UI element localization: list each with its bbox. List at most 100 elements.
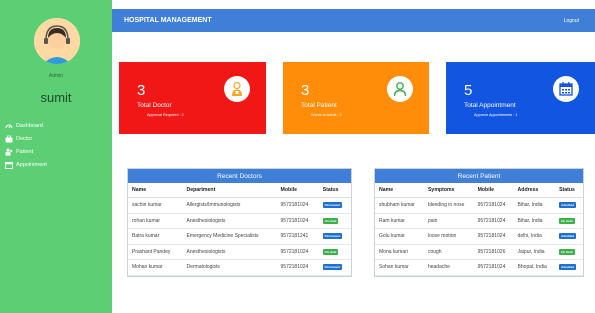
status-badge: On Hold (559, 217, 575, 224)
doctor-icon (224, 76, 250, 102)
cell-status: Admitted (555, 259, 583, 276)
cell-status: Admitted (555, 228, 583, 245)
panel-title: Recent Doctors (128, 169, 351, 183)
stat-count: 3 (137, 82, 146, 99)
stat-sub: Wants to Admit : 2 (311, 113, 342, 117)
stat-label: Total Patient (301, 102, 337, 109)
table-row[interactable]: rohan kumar Anesthesiologists 9572181024 On… (128, 213, 351, 229)
cell-address: Jaipur, India (513, 244, 556, 260)
cell-name: sachin kumar (128, 197, 183, 214)
calendar-icon (5, 161, 13, 169)
app-title: HOSPITAL MANAGEMENT (124, 17, 212, 24)
user-role: Admin (48, 73, 64, 79)
sidebar-item-doctor[interactable]: Doctor (5, 132, 47, 145)
status-badge: Permanent (322, 233, 343, 240)
cell-mobile: 9572181024 (276, 197, 319, 214)
table-row[interactable]: Batra kumar Emergency Medicine Specialist… (128, 228, 351, 245)
calendar-icon (553, 76, 579, 102)
cell-department: Allergists/Immunologists (182, 197, 277, 214)
cell-status: Permanent (318, 259, 351, 276)
cell-mobile: 9572181024 (473, 197, 514, 214)
top-navbar: HOSPITAL MANAGEMENT Logout (112, 9, 595, 32)
column-header: Name (128, 183, 183, 198)
table-row[interactable]: Golu kumar loose motion 9572181024 delhi, I… (375, 228, 583, 245)
column-header: Department (182, 183, 277, 198)
cell-name: Mohan kumar (128, 259, 183, 276)
stat-label: Total Appointment (464, 102, 516, 109)
cell-department: Emergency Medicine Specialists (182, 228, 277, 245)
cell-symptoms: pain (423, 213, 474, 229)
user-icon (387, 76, 413, 102)
cell-status: On Hold (318, 213, 351, 229)
sidebar-item-label: Doctor (16, 135, 33, 142)
cell-status: On Hold (555, 213, 583, 229)
doctor-icon (5, 135, 13, 143)
table-row[interactable]: Mohan kumar Dermatologists 9572181024 Perma… (128, 259, 351, 276)
cell-mobile: 9572181241 (276, 228, 319, 245)
cell-mobile: 9572181024 (473, 228, 514, 245)
admin-avatar (34, 18, 80, 64)
column-header: Name (375, 183, 424, 198)
cell-symptoms: headache (423, 259, 474, 276)
column-header: Mobile (276, 183, 319, 198)
table-row[interactable]: Ram kumar pain 9572181024 Bihar, India On Ho… (375, 213, 583, 229)
status-badge: On Hold (559, 248, 575, 255)
sidebar-item-dashboard[interactable]: Dashboard (5, 119, 47, 132)
cell-address: delhi, India (513, 228, 556, 245)
cell-department: Anesthesiologists (182, 213, 277, 229)
sidebar-item-patient[interactable]: Patient (5, 145, 47, 158)
cell-mobile: 9572181026 (473, 244, 514, 260)
cell-mobile: 9572181024 (276, 244, 319, 260)
recent-patients-panel: Recent Patient Name Symptoms Mobile Address… (374, 168, 584, 277)
table-row[interactable]: Prashant Pandey Anesthesiologists 95721810… (128, 244, 351, 260)
cell-name: Mona kumari (375, 244, 424, 260)
cell-department: Anesthesiologists (182, 244, 277, 260)
cell-name: Batra kumar (128, 228, 183, 245)
cell-status: Permanent (318, 197, 351, 214)
sidebar-item-label: Dashboard (16, 122, 43, 129)
cell-mobile: 9572181024 (276, 213, 319, 229)
dashboard-icon (5, 122, 13, 130)
cell-mobile: 9572181024 (276, 259, 319, 276)
status-badge: On Hold (322, 217, 339, 224)
stat-card-doctor: 3 Total Doctor Approval Required : 2 (119, 62, 266, 134)
table-row[interactable]: Mona kumari cough 9572181026 Jaipur, India O… (375, 244, 583, 260)
column-header: Status (555, 183, 583, 198)
cell-name: Sohan kumar (375, 259, 424, 276)
stat-label: Total Doctor (137, 102, 172, 109)
cell-name: Prashant Pandey (128, 244, 183, 260)
stat-count: 5 (464, 82, 473, 99)
table-row[interactable]: sachin kumar Allergists/Immunologists 9572… (128, 197, 351, 214)
cell-name: shubham kumar (375, 197, 424, 214)
stat-count: 3 (301, 82, 310, 99)
sidebar: Admin sumit Dashboard Doctor Patient App… (0, 0, 112, 313)
table-row[interactable]: shubham kumar bleeding in nose 9572181024 B… (375, 197, 583, 214)
patient-icon (5, 148, 13, 156)
sidebar-item-label: Appointment (16, 161, 47, 168)
sidebar-item-appointment[interactable]: Appointment (5, 158, 47, 171)
stat-card-appointment: 5 Total Appointment Approve Appointments… (446, 62, 595, 134)
status-badge: On Hold (322, 248, 339, 255)
cell-address: Bihar, India (513, 213, 556, 229)
column-header: Status (318, 183, 351, 198)
cell-mobile: 9572181024 (473, 259, 514, 276)
status-badge: Permanent (322, 202, 343, 209)
status-badge: Admitted (559, 233, 577, 240)
recent-doctors-panel: Recent Doctors Name Department Mobile Statu… (127, 168, 352, 277)
status-badge: Admitted (559, 202, 577, 209)
table-row[interactable]: Sohan kumar headache 9572181024 Bhopal, Ind… (375, 259, 583, 276)
status-badge: Admitted (559, 264, 577, 271)
cell-name: Golu kumar (375, 228, 424, 245)
column-header: Address (513, 183, 556, 198)
cell-status: On Hold (318, 244, 351, 260)
stat-sub: Approval Required : 2 (147, 113, 184, 117)
logout-link[interactable]: Logout (564, 18, 579, 24)
cell-symptoms: loose motion (423, 228, 474, 245)
doctors-table: Name Department Mobile Status sachin kumar A… (128, 183, 351, 276)
cell-symptoms: cough (423, 244, 474, 260)
stat-card-patient: 3 Total Patient Wants to Admit : 2 (283, 62, 429, 134)
stat-sub: Approve Appointments : 1 (474, 113, 518, 117)
cell-department: Dermatologists (182, 259, 277, 276)
sidebar-item-label: Patient (16, 148, 34, 155)
cell-status: Permanent (318, 228, 351, 245)
